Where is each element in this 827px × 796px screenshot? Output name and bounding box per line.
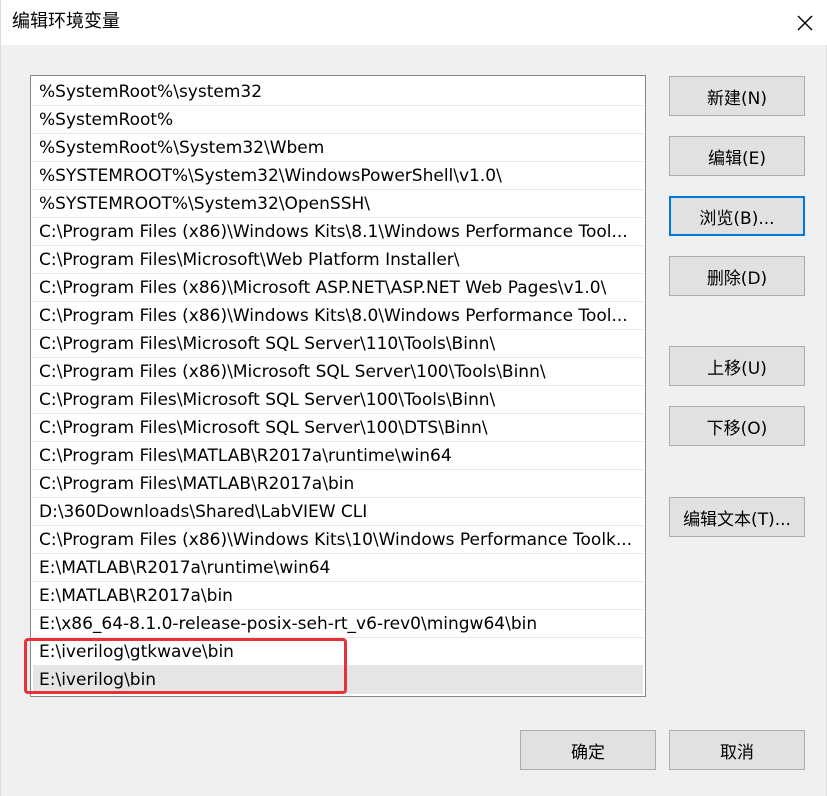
path-entry[interactable]: C:\Program Files\Microsoft SQL Server\10… [33,414,643,442]
path-entry[interactable]: C:\Program Files (x86)\Windows Kits\8.1\… [33,218,643,246]
path-entry[interactable]: C:\Program Files\Microsoft SQL Server\10… [33,386,643,414]
edit-text-button[interactable]: 编辑文本(T)... [669,497,805,537]
delete-button[interactable]: 删除(D) [669,256,805,296]
path-entry[interactable]: E:\iverilog\bin [33,666,643,694]
path-entry[interactable]: E:\iverilog\gtkwave\bin [33,638,643,666]
new-button[interactable]: 新建(N) [669,76,805,116]
path-entry[interactable]: %SystemRoot%\system32 [33,78,643,106]
browse-button[interactable]: 浏览(B)... [669,196,805,236]
move-up-button[interactable]: 上移(U) [669,346,805,386]
path-entry[interactable]: D:\360Downloads\Shared\LabVIEW CLI [33,498,643,526]
path-entry[interactable]: C:\Program Files (x86)\Windows Kits\10\W… [33,526,643,554]
path-entry[interactable]: E:\x86_64-8.1.0-release-posix-seh-rt_v6-… [33,610,643,638]
close-button[interactable] [782,0,827,45]
path-entry[interactable]: E:\MATLAB\R2017a\runtime\win64 [33,554,643,582]
title-bar: 编辑环境变量 [1,0,827,45]
path-entry[interactable]: C:\Program Files (x86)\Microsoft ASP.NET… [33,274,643,302]
edit-environment-variable-dialog: 编辑环境变量 %SystemRoot%\system32 %SystemRoot%… [0,0,827,796]
path-entry[interactable]: C:\Program Files (x86)\Microsoft SQL Ser… [33,358,643,386]
path-entry[interactable]: C:\Program Files\MATLAB\R2017a\bin [33,470,643,498]
path-entry[interactable]: %SYSTEMROOT%\System32\OpenSSH\ [33,190,643,218]
window-title: 编辑环境变量 [12,11,120,32]
move-down-button[interactable]: 下移(O) [669,406,805,446]
path-entry[interactable]: %SYSTEMROOT%\System32\WindowsPowerShell\… [33,162,643,190]
path-entry[interactable]: C:\Program Files (x86)\Windows Kits\8.0\… [33,302,643,330]
path-entry[interactable]: C:\Program Files\MATLAB\R2017a\runtime\w… [33,442,643,470]
path-entry[interactable]: E:\MATLAB\R2017a\bin [33,582,643,610]
close-icon [797,15,813,30]
path-list[interactable]: %SystemRoot%\system32 %SystemRoot% %System… [30,75,646,697]
cancel-button[interactable]: 取消 [669,730,805,770]
path-entry[interactable]: C:\Program Files\Microsoft\Web Platform … [33,246,643,274]
path-entry[interactable]: %SystemRoot% [33,106,643,134]
ok-button[interactable]: 确定 [520,730,656,770]
path-entry[interactable]: %SystemRoot%\System32\Wbem [33,134,643,162]
edit-button[interactable]: 编辑(E) [669,136,805,176]
path-entry[interactable]: C:\Program Files\Microsoft SQL Server\11… [33,330,643,358]
